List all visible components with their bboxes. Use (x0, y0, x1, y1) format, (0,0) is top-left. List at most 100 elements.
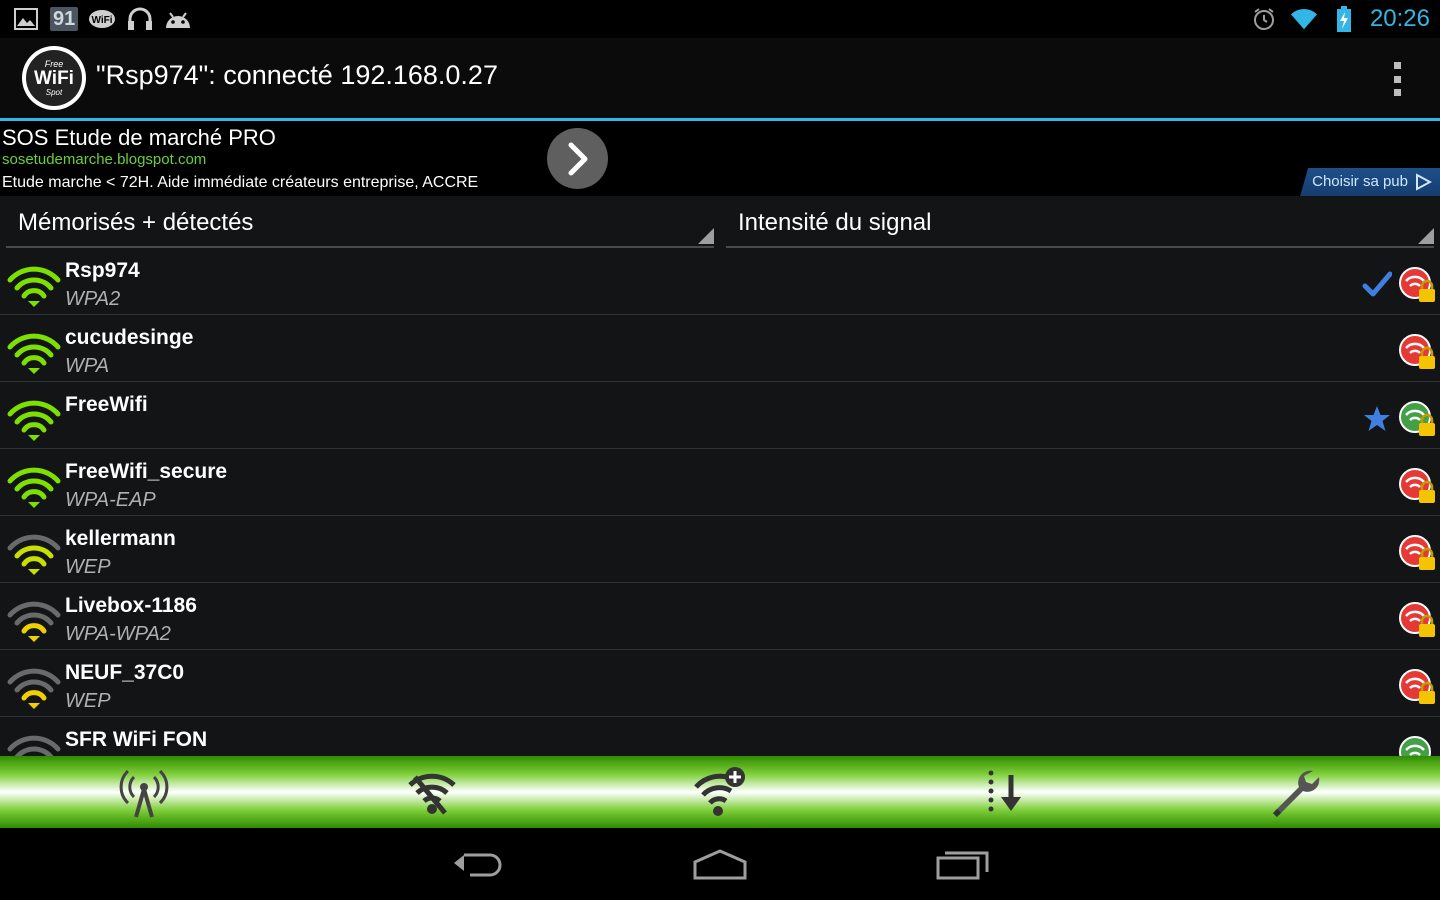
overflow-dot (1393, 89, 1401, 96)
dropdown-triangle-icon (1418, 228, 1434, 244)
ad-open-button[interactable] (547, 128, 608, 189)
notification-badge: 91 (50, 7, 79, 31)
recents-button[interactable] (928, 842, 998, 886)
overflow-menu-button[interactable] (1392, 62, 1402, 96)
choose-ad-label: Choisir sa pub (1312, 173, 1408, 190)
ad-banner[interactable]: SOS Etude de marché PRO sosetudemarche.b… (0, 121, 1440, 196)
home-button[interactable] (685, 842, 755, 886)
filter-spinner-label: Mémorisés + détectés (18, 209, 254, 236)
choose-ad-button[interactable]: Choisir sa pub (1300, 168, 1440, 196)
notification-icons: 91 WiFi (12, 4, 192, 34)
locked-network-icon[interactable] (1398, 400, 1436, 438)
signal-dot (28, 301, 40, 307)
signal-arc (21, 623, 47, 634)
network-row[interactable]: NEUF_37C0 WEP (0, 650, 1440, 717)
overflow-dot (1393, 62, 1401, 69)
wifi-signal-icon (1290, 6, 1318, 32)
ad-url[interactable]: sosetudemarche.blogspot.com (2, 151, 206, 168)
logo-text-bottom: Spot (45, 87, 63, 97)
action-bar: Free WiFi Spot "Rsp974": connecté 192.16… (0, 38, 1440, 118)
app-logo[interactable]: Free WiFi Spot (22, 46, 86, 110)
locked-network-icon[interactable] (1398, 534, 1436, 572)
network-row[interactable]: FreeWifi_secure WPA-EAP (0, 449, 1440, 516)
locked-network-icon[interactable] (1398, 266, 1436, 304)
locked-network-icon[interactable] (1398, 333, 1436, 371)
network-row[interactable]: SFR WiFi FON (0, 717, 1440, 756)
signal-dot (28, 502, 40, 508)
signal-arc (14, 746, 54, 756)
system-status: 20:26 (1250, 4, 1430, 34)
network-row[interactable]: kellermann WEP (0, 516, 1440, 583)
bottom-toolbar (0, 756, 1440, 828)
lock-body (1419, 691, 1435, 704)
favorite-star-icon (1364, 406, 1390, 431)
signal-arc (21, 422, 47, 433)
lock-body (1419, 289, 1435, 302)
logo-text-main: WiFi (34, 67, 74, 89)
network-security: WPA-WPA2 (65, 623, 171, 645)
locked-network-icon[interactable] (1398, 467, 1436, 505)
settings-button[interactable] (1266, 764, 1326, 820)
lock-body (1419, 557, 1435, 570)
network-row[interactable]: FreeWifi (0, 382, 1440, 449)
wifi-strength-icon (7, 266, 61, 307)
network-name: Livebox-1186 (65, 594, 197, 617)
network-row[interactable]: Rsp974 WPA2 (0, 248, 1440, 315)
network-row[interactable]: cucudesinge WPA (0, 315, 1440, 382)
network-name: cucudesinge (65, 326, 194, 349)
network-name: SFR WiFi FON (65, 728, 208, 751)
network-name: FreeWifi_secure (65, 460, 228, 483)
sort-button[interactable] (978, 764, 1038, 820)
alarm-icon (1250, 6, 1278, 32)
home-icon (693, 849, 747, 880)
add-network-button[interactable] (690, 764, 750, 820)
signal-arc (21, 556, 47, 567)
logo-badge: Free WiFi Spot (26, 50, 82, 106)
wifi-strength-icon (7, 668, 61, 709)
locked-network-icon[interactable] (1398, 601, 1436, 639)
play-outline-icon (1416, 173, 1432, 191)
overflow-dot (1393, 75, 1401, 83)
sort-spinner-label: Intensité du signal (738, 209, 932, 236)
back-button[interactable] (442, 842, 512, 886)
signal-arc (14, 478, 54, 492)
network-name: NEUF_37C0 (65, 661, 185, 684)
signal-arc (14, 411, 54, 425)
filter-spinner[interactable]: Mémorisés + détectés (6, 196, 714, 248)
wifi-app-icon: WiFi (88, 6, 116, 32)
network-list: Rsp974 WPA2 cucudesinge WPA FreeWifi Fre… (0, 248, 1440, 756)
signal-arc (14, 344, 54, 358)
signal-dot (28, 569, 40, 575)
wifi-strength-icon (7, 467, 61, 508)
lock-body (1419, 624, 1435, 637)
status-bar: 91 WiFi 20:26 (0, 0, 1440, 38)
signal-dot (28, 435, 40, 441)
navigation-bar (0, 828, 1440, 900)
svg-text:WiFi: WiFi (92, 15, 113, 26)
wifi-off-icon (408, 773, 456, 815)
wrench-icon (1272, 770, 1320, 818)
battery-charging-icon (1330, 6, 1358, 32)
signal-arc (14, 545, 54, 559)
picture-icon (12, 6, 40, 32)
signal-arc (21, 355, 47, 366)
wifi-strength-icon (7, 333, 61, 374)
wifi-strength-icon (7, 601, 61, 642)
lock-body (1419, 423, 1435, 436)
wifi-strength-icon (7, 400, 61, 441)
network-name: FreeWifi (65, 393, 148, 416)
ad-title[interactable]: SOS Etude de marché PRO (2, 125, 276, 151)
recents-icon (936, 851, 989, 880)
network-security: WEP (65, 690, 111, 712)
network-name: Rsp974 (65, 259, 140, 282)
disconnect-button[interactable] (402, 764, 462, 820)
open-network-icon[interactable] (1398, 735, 1436, 756)
scan-button[interactable] (114, 764, 174, 820)
signal-dot (28, 703, 40, 709)
signal-arc (21, 690, 47, 701)
network-row[interactable]: Livebox-1186 WPA-WPA2 (0, 583, 1440, 650)
locked-network-icon[interactable] (1398, 668, 1436, 706)
sort-spinner[interactable]: Intensité du signal (726, 196, 1434, 248)
connection-title: "Rsp974": connecté 192.168.0.27 (96, 60, 498, 90)
chevron-right-icon (568, 142, 587, 175)
